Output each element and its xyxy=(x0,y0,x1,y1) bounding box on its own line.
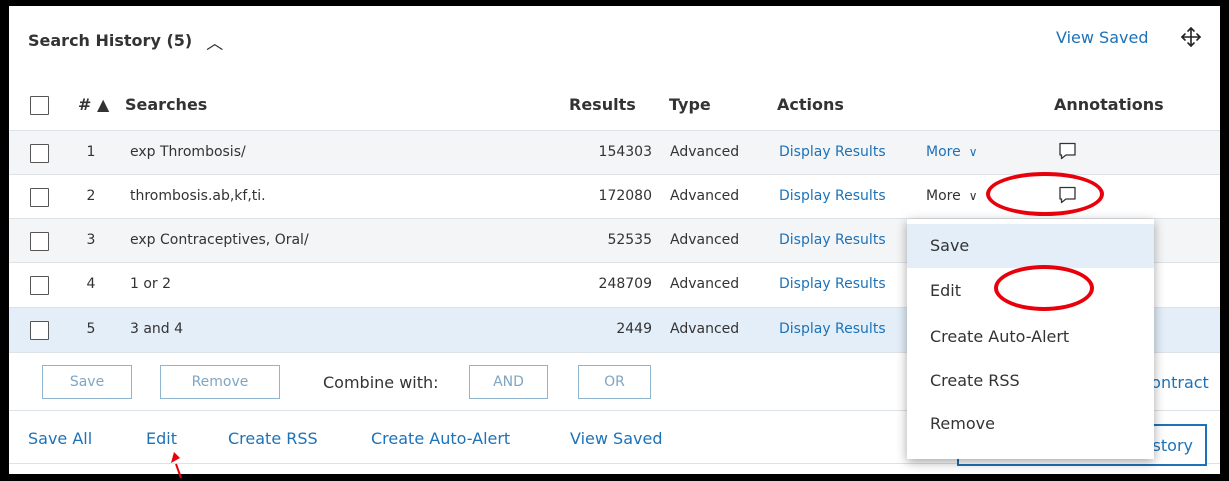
row-checkbox[interactable] xyxy=(30,232,49,251)
number-column-header[interactable]: # ▲ xyxy=(78,95,109,114)
search-type: Advanced xyxy=(670,232,740,248)
type-column-header: Type xyxy=(669,95,711,114)
search-query: 1 or 2 xyxy=(130,276,172,292)
view-saved-link[interactable]: View Saved xyxy=(1056,28,1148,47)
more-dropdown[interactable]: More ∨ xyxy=(926,188,978,204)
result-count: 248709 xyxy=(598,276,652,292)
result-count: 154303 xyxy=(598,144,652,160)
number-header-label: # xyxy=(78,95,92,114)
search-type: Advanced xyxy=(670,188,740,204)
display-results-link[interactable]: Display Results xyxy=(779,188,886,204)
display-results-link[interactable]: Display Results xyxy=(779,144,886,160)
search-type: Advanced xyxy=(670,144,740,160)
remove-button[interactable]: Remove xyxy=(160,365,280,399)
more-dropdown-menu: Save Edit Create Auto-Alert Create RSS R… xyxy=(907,219,1154,459)
more-dropdown[interactable]: More ∨ xyxy=(926,144,978,160)
move-icon[interactable] xyxy=(1180,26,1202,48)
row-number: 1 xyxy=(86,144,96,160)
table-row: 1 exp Thrombosis/ 154303 Advanced Displa… xyxy=(9,130,1220,175)
search-history-title[interactable]: Search History (5) ︿ xyxy=(28,28,223,54)
row-number: 3 xyxy=(86,232,96,248)
chevron-down-icon: ∨ xyxy=(968,145,978,159)
menu-item-create-rss[interactable]: Create RSS xyxy=(907,359,1154,403)
select-all-checkbox[interactable] xyxy=(30,96,49,115)
display-results-link[interactable]: Display Results xyxy=(779,232,886,248)
searches-column-header: Searches xyxy=(125,95,208,114)
result-count: 52535 xyxy=(607,232,652,248)
more-label: More xyxy=(926,144,961,160)
chevron-up-icon[interactable]: ︿ xyxy=(206,29,223,54)
search-history-title-text: Search History (5) xyxy=(28,31,193,50)
save-all-link[interactable]: Save All xyxy=(28,429,92,448)
edit-link[interactable]: Edit xyxy=(146,429,177,448)
results-column-header: Results xyxy=(569,95,636,114)
create-auto-alert-link[interactable]: Create Auto-Alert xyxy=(371,429,510,448)
chevron-down-icon: ∨ xyxy=(968,189,978,203)
result-count: 172080 xyxy=(598,188,652,204)
row-checkbox[interactable] xyxy=(30,144,49,163)
or-button[interactable]: OR xyxy=(578,365,651,399)
menu-item-create-auto-alert[interactable]: Create Auto-Alert xyxy=(907,315,1154,359)
search-query: thrombosis.ab,kf,ti. xyxy=(130,188,266,204)
search-history-panel: Search History (5) ︿ View Saved # ▲ Sear… xyxy=(9,6,1220,474)
result-count: 2449 xyxy=(616,321,652,337)
sort-asc-icon[interactable]: ▲ xyxy=(97,95,109,114)
search-query: exp Contraceptives, Oral/ xyxy=(130,232,309,248)
row-checkbox[interactable] xyxy=(30,321,49,340)
table-header: # ▲ Searches Results Type Actions Annota… xyxy=(9,91,1220,131)
annotation-icon[interactable] xyxy=(1058,142,1077,160)
display-results-link[interactable]: Display Results xyxy=(779,276,886,292)
combine-with-label: Combine with: xyxy=(323,373,439,392)
row-number: 2 xyxy=(86,188,96,204)
highlight-oval-edit xyxy=(994,265,1094,311)
search-type: Advanced xyxy=(670,276,740,292)
display-results-link[interactable]: Display Results xyxy=(779,321,886,337)
row-checkbox[interactable] xyxy=(30,276,49,295)
more-label: More xyxy=(926,188,961,204)
and-button[interactable]: AND xyxy=(469,365,548,399)
search-query: 3 and 4 xyxy=(130,321,184,337)
menu-item-remove[interactable]: Remove xyxy=(907,402,1154,446)
view-saved-bottom-link[interactable]: View Saved xyxy=(570,429,662,448)
search-type: Advanced xyxy=(670,321,740,337)
row-number: 4 xyxy=(86,276,96,292)
search-query: exp Thrombosis/ xyxy=(130,144,246,160)
row-number: 5 xyxy=(86,321,96,337)
row-checkbox[interactable] xyxy=(30,188,49,207)
menu-item-save[interactable]: Save xyxy=(907,224,1154,268)
create-rss-link[interactable]: Create RSS xyxy=(228,429,318,448)
save-button[interactable]: Save xyxy=(42,365,132,399)
actions-column-header: Actions xyxy=(777,95,844,114)
annotations-column-header: Annotations xyxy=(1054,95,1164,114)
highlight-oval-annotation xyxy=(986,172,1104,216)
